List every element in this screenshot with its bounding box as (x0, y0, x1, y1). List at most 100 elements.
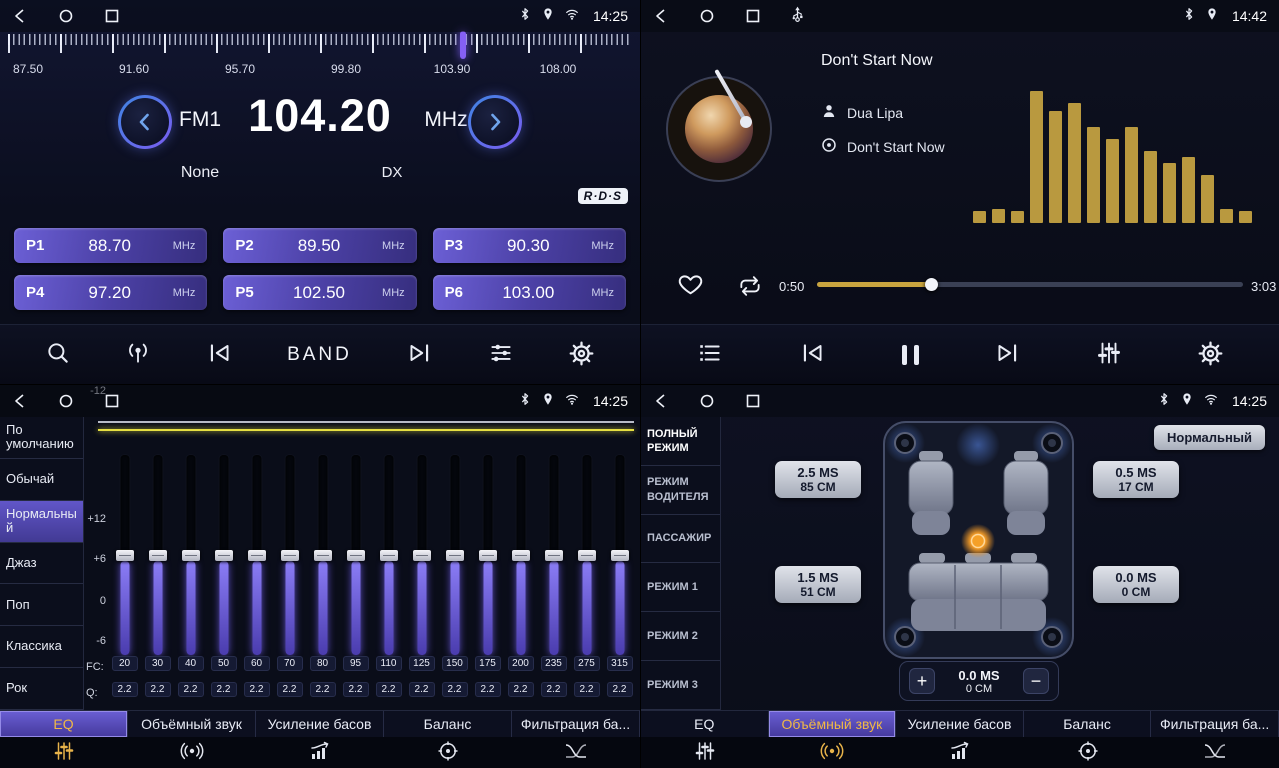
favorite-button[interactable] (677, 272, 704, 299)
audio-tab[interactable]: Баланс (384, 711, 512, 737)
nav-home-button[interactable] (58, 393, 74, 409)
listening-mode-item[interactable]: РЕЖИМ 1 (641, 563, 720, 612)
nav-home-button[interactable] (58, 8, 74, 24)
tab-bass-icon-button[interactable] (256, 737, 384, 768)
audio-tab[interactable]: Объёмный звук (128, 711, 256, 737)
tab-filter-icon-button[interactable] (512, 737, 640, 768)
eq-band-slider[interactable] (570, 455, 603, 655)
slider-thumb[interactable] (479, 550, 497, 561)
nav-back-button[interactable] (12, 393, 28, 409)
slider-thumb[interactable] (248, 550, 266, 561)
seek-bar-knob[interactable] (925, 278, 938, 291)
next-station-button[interactable] (405, 342, 433, 367)
listening-mode-item[interactable]: ПАССАЖИР (641, 515, 720, 564)
slider-thumb[interactable] (182, 550, 200, 561)
eq-preset-item[interactable]: Классика (0, 626, 83, 668)
tab-eq-icon-button[interactable] (0, 737, 128, 768)
preset-button[interactable]: P5 102.50 MHz (223, 275, 416, 310)
speaker-delay-chip[interactable]: 0.0 MS 0 CM (1093, 566, 1179, 603)
listening-mode-item[interactable]: РЕЖИМ 2 (641, 612, 720, 661)
equalizer-button[interactable] (487, 340, 515, 369)
nav-home-button[interactable] (699, 8, 715, 24)
eq-band-slider[interactable] (306, 455, 339, 655)
slider-thumb[interactable] (314, 550, 332, 561)
preset-button[interactable]: P2 89.50 MHz (223, 228, 416, 263)
eq-band-slider[interactable] (108, 455, 141, 655)
audio-tab[interactable]: EQ (0, 711, 128, 737)
eq-band-slider[interactable] (405, 455, 438, 655)
previous-track-button[interactable] (799, 342, 827, 367)
listening-position-indicator[interactable] (972, 535, 985, 548)
tab-surround-icon-button[interactable] (128, 737, 256, 768)
eq-band-slider[interactable] (141, 455, 174, 655)
slider-thumb[interactable] (446, 550, 464, 561)
settings-button[interactable] (1197, 340, 1224, 370)
nav-back-button[interactable] (653, 393, 669, 409)
eq-preset-item[interactable]: Нормальный (0, 501, 83, 543)
slider-thumb[interactable] (578, 550, 596, 561)
broadcast-button[interactable] (124, 340, 152, 369)
eq-band-slider[interactable] (603, 455, 636, 655)
tab-surround-icon-button[interactable] (769, 737, 897, 768)
next-track-button[interactable] (993, 342, 1021, 367)
eq-preset-item[interactable]: Джаз (0, 543, 83, 585)
eq-band-slider[interactable] (438, 455, 471, 655)
repeat-button[interactable] (737, 274, 763, 301)
slider-thumb[interactable] (347, 550, 365, 561)
eq-preset-item[interactable]: Поп (0, 584, 83, 626)
tab-filter-icon-button[interactable] (1151, 737, 1279, 768)
slider-thumb[interactable] (116, 550, 134, 561)
listening-mode-item[interactable]: ПОЛНЫЙ РЕЖИМ (641, 417, 720, 466)
eq-band-slider[interactable] (240, 455, 273, 655)
mixer-button[interactable] (1096, 340, 1122, 369)
preset-button[interactable]: P1 88.70 MHz (14, 228, 207, 263)
pause-button[interactable] (902, 345, 919, 365)
eq-band-slider[interactable] (339, 455, 372, 655)
eq-preset-item[interactable]: По умолчанию (0, 417, 83, 459)
audio-tab[interactable]: Баланс (1024, 711, 1152, 737)
tab-eq-icon-button[interactable] (641, 737, 769, 768)
nav-back-button[interactable] (12, 8, 28, 24)
listening-mode-item[interactable]: РЕЖИМ 3 (641, 661, 720, 710)
nav-back-button[interactable] (653, 8, 669, 24)
eq-band-slider[interactable] (174, 455, 207, 655)
frequency-scale-cursor[interactable] (460, 31, 466, 59)
listening-mode-item[interactable]: РЕЖИМ ВОДИТЕЛЯ (641, 466, 720, 515)
slider-thumb[interactable] (215, 550, 233, 561)
album-art-disc[interactable] (666, 76, 772, 182)
audio-tab[interactable]: Объёмный звук (769, 711, 897, 737)
seek-bar[interactable] (817, 282, 1243, 287)
speaker-delay-chip[interactable]: 1.5 MS 51 CM (775, 566, 861, 603)
preset-button[interactable]: P4 97.20 MHz (14, 275, 207, 310)
preset-button[interactable]: P6 103.00 MHz (433, 275, 626, 310)
audio-tab[interactable]: Фильтрация ба... (512, 711, 640, 737)
sound-preset-badge[interactable]: Нормальный (1154, 425, 1265, 450)
nav-recents-button[interactable] (745, 393, 761, 409)
audio-tab[interactable]: Фильтрация ба... (1151, 711, 1279, 737)
slider-thumb[interactable] (413, 550, 431, 561)
settings-button[interactable] (568, 340, 595, 370)
slider-thumb[interactable] (149, 550, 167, 561)
tab-balance-icon-button[interactable] (1024, 737, 1152, 768)
nav-recents-button[interactable] (104, 8, 120, 24)
band-button[interactable]: BAND (287, 344, 352, 366)
playlist-button[interactable] (696, 340, 724, 369)
seek-scan-button[interactable] (45, 340, 71, 369)
frequency-scale[interactable] (8, 34, 632, 60)
audio-tab[interactable]: Усиление басов (896, 711, 1024, 737)
eq-band-slider[interactable] (504, 455, 537, 655)
delay-increase-button[interactable]: + (909, 668, 935, 694)
eq-band-slider[interactable] (537, 455, 570, 655)
audio-tab[interactable]: EQ (641, 711, 769, 737)
eq-band-slider[interactable] (273, 455, 306, 655)
audio-tab[interactable]: Усиление басов (256, 711, 384, 737)
eq-band-slider[interactable] (471, 455, 504, 655)
tab-balance-icon-button[interactable] (384, 737, 512, 768)
tune-up-button[interactable] (468, 95, 522, 149)
slider-thumb[interactable] (611, 550, 629, 561)
slider-thumb[interactable] (545, 550, 563, 561)
eq-preset-item[interactable]: Рок (0, 668, 83, 710)
previous-station-button[interactable] (206, 342, 234, 367)
tune-down-button[interactable] (118, 95, 172, 149)
preset-button[interactable]: P3 90.30 MHz (433, 228, 626, 263)
